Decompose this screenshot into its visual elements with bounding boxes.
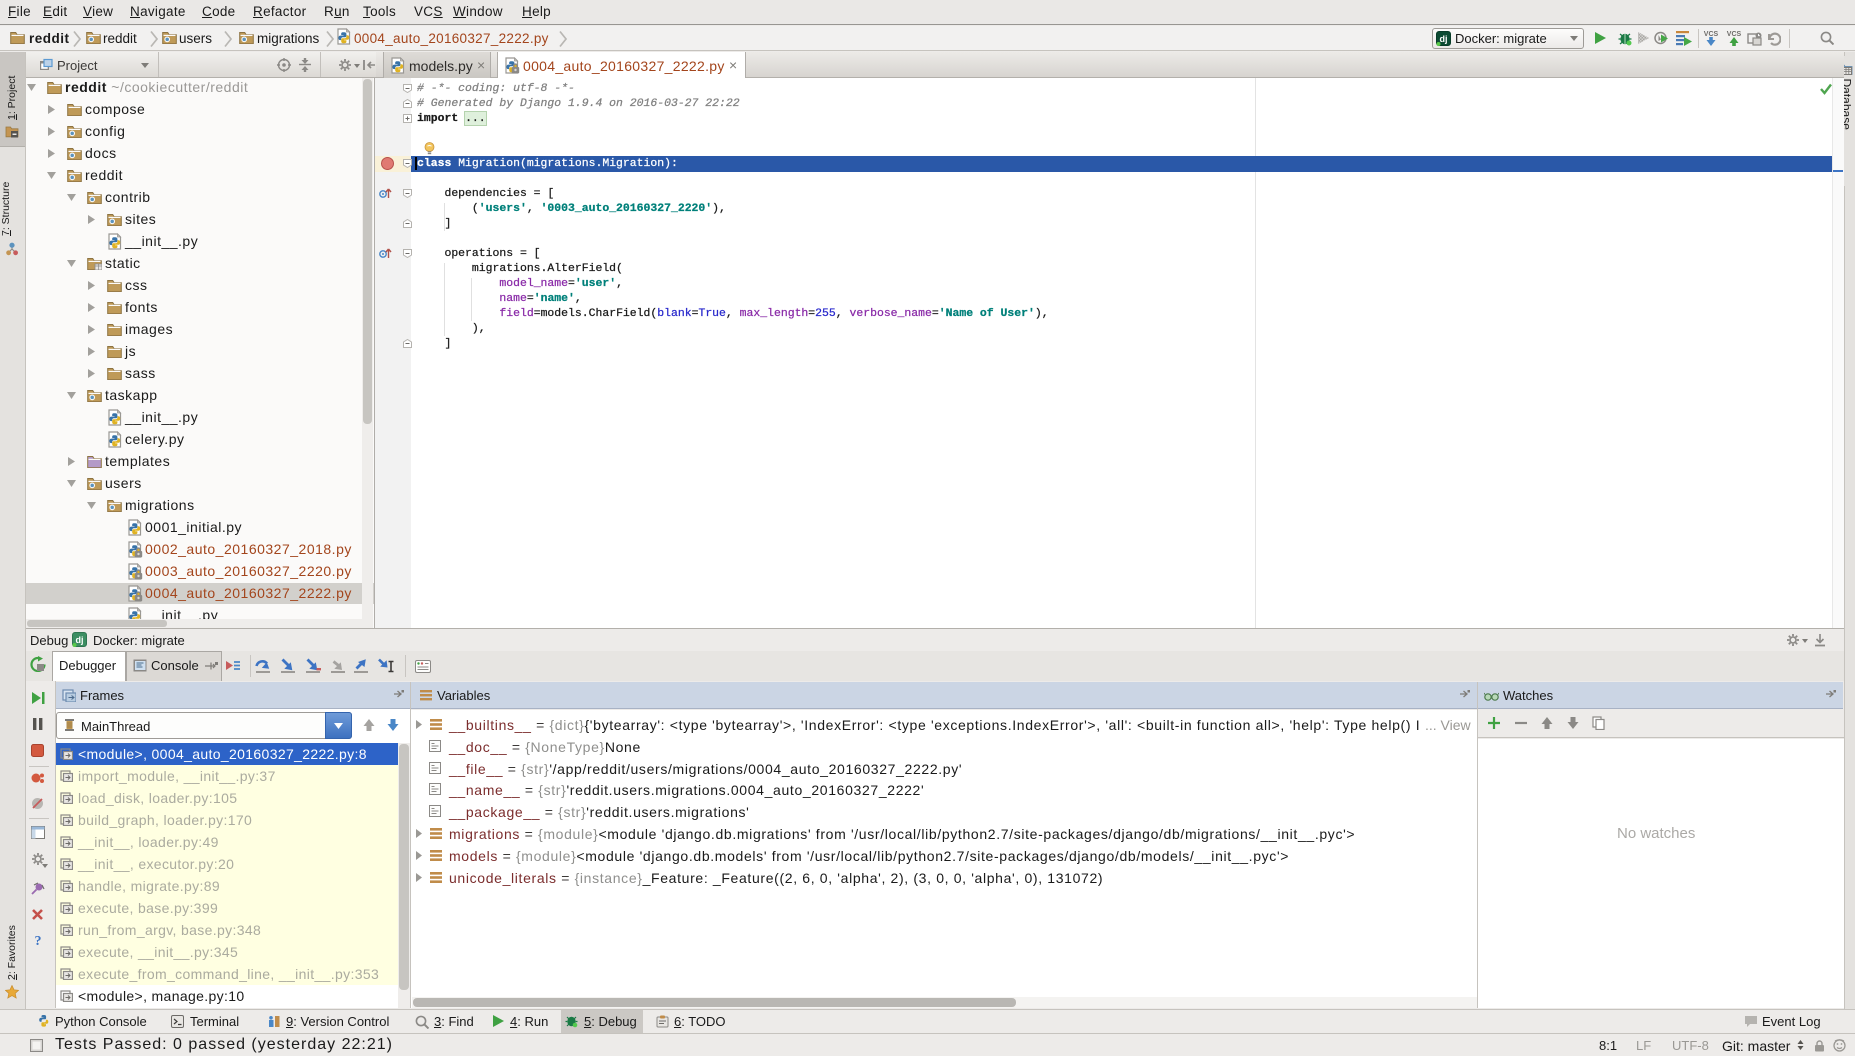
- svg-text:VCS: VCS: [1727, 31, 1742, 38]
- svg-text:?: ?: [35, 934, 42, 947]
- svg-text:dj: dj: [1440, 34, 1448, 44]
- svg-text:VCS: VCS: [1704, 31, 1719, 38]
- svg-text:dj: dj: [76, 635, 84, 645]
